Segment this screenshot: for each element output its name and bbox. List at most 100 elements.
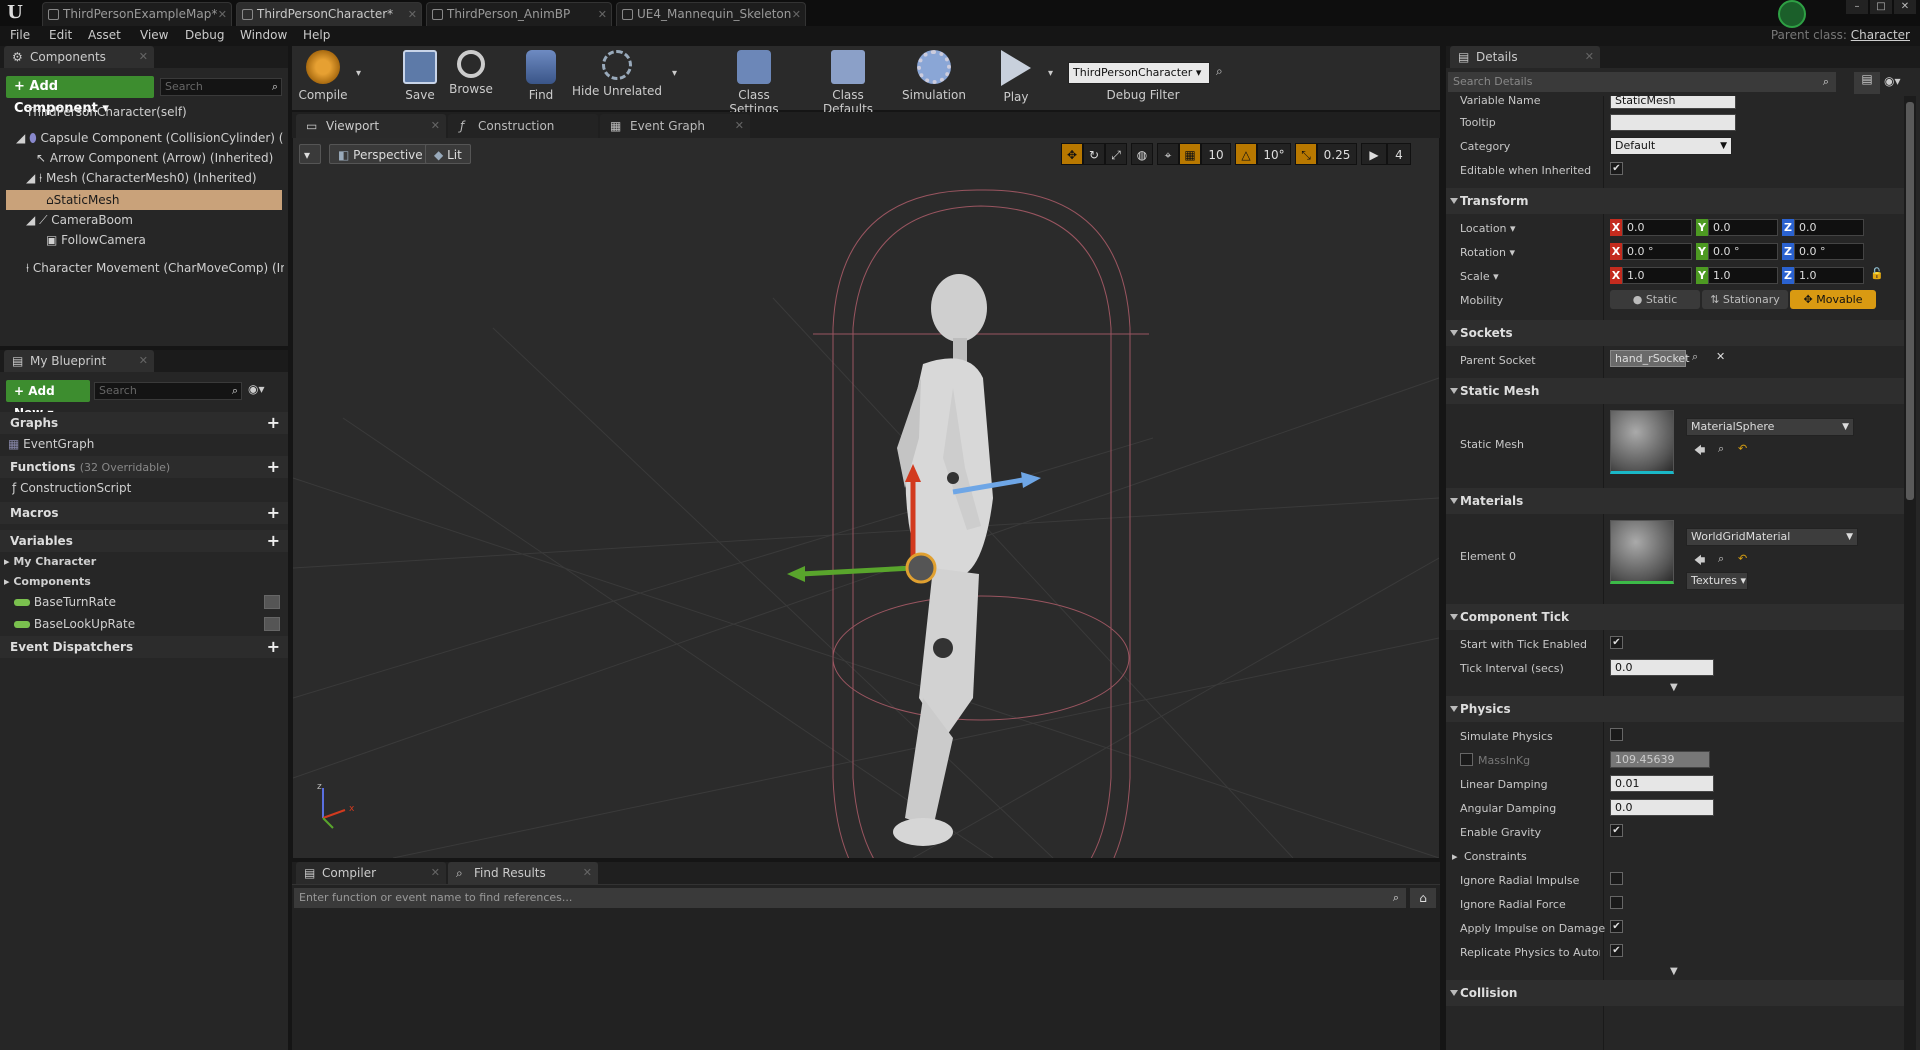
section-materials[interactable]: Materials xyxy=(1446,488,1904,514)
compile-button[interactable]: Compile xyxy=(296,50,350,102)
advanced-expand-icon[interactable]: ▼ xyxy=(1670,682,1678,693)
rotation-snap-value[interactable]: 10° xyxy=(1257,143,1291,165)
doc-tab-animbp[interactable]: ThirdPerson_AnimBP ✕ xyxy=(426,2,612,26)
my-character-category[interactable]: ▸ My Character xyxy=(4,552,274,572)
details-scrollbar-thumb[interactable] xyxy=(1906,102,1914,500)
reset-default-icon[interactable]: ↶ xyxy=(1738,552,1747,565)
close-icon[interactable]: ✕ xyxy=(735,114,744,138)
section-static-mesh[interactable]: Static Mesh xyxy=(1446,378,1904,404)
close-icon[interactable]: ✕ xyxy=(1585,46,1594,68)
source-control-icon[interactable] xyxy=(1778,0,1806,28)
lit-button[interactable]: ◆ Lit xyxy=(425,144,471,164)
expand-icon[interactable]: ▸ xyxy=(1452,850,1458,863)
section-transform[interactable]: Transform xyxy=(1446,188,1904,214)
scale-y-field[interactable]: 1.0 xyxy=(1708,267,1778,284)
compile-dropdown-icon[interactable]: ▾ xyxy=(356,68,361,79)
world-local-icon[interactable]: ◍ xyxy=(1131,143,1153,165)
add-dispatcher-icon[interactable]: + xyxy=(267,638,280,656)
my-blueprint-tab[interactable]: ▤ My Blueprint ✕ xyxy=(4,350,154,372)
tab-construction-script[interactable]: ƒConstruction Scrip xyxy=(448,114,598,157)
add-new-button[interactable]: + Add New ▾ xyxy=(6,380,90,420)
tooltip-field[interactable] xyxy=(1610,114,1736,131)
scale-z-field[interactable]: 1.0 xyxy=(1794,267,1864,284)
menu-debug[interactable]: Debug xyxy=(185,28,224,42)
tab-find-results[interactable]: ⌕ Find Results ✕ xyxy=(448,862,598,884)
visibility-toggle-icon[interactable] xyxy=(264,595,280,609)
visibility-eye-icon[interactable]: ◉▾ xyxy=(248,382,265,396)
minimize-icon[interactable]: – xyxy=(1846,0,1868,14)
tree-charmovement[interactable]: ⍿ Character Movement (CharMoveComp) (Inh… xyxy=(26,258,284,278)
close-icon[interactable]: ✕ xyxy=(583,862,592,884)
browse-asset-icon[interactable]: ⌕ xyxy=(1718,442,1724,456)
replicate-physics-checkbox[interactable]: ✔ xyxy=(1610,944,1623,957)
simulation-button[interactable]: Simulation xyxy=(896,50,972,102)
tree-arrow[interactable]: ↖ Arrow Component (Arrow) (Inherited) xyxy=(36,148,284,168)
close-icon[interactable]: ✕ xyxy=(431,862,440,884)
find-button[interactable]: Find xyxy=(518,50,564,102)
editable-inherited-checkbox[interactable]: ✔ xyxy=(1610,162,1623,175)
apply-impulse-checkbox[interactable]: ✔ xyxy=(1610,920,1623,933)
close-icon[interactable]: ✕ xyxy=(218,3,227,26)
components-category[interactable]: ▸ Components xyxy=(4,572,274,592)
save-button[interactable]: Save xyxy=(396,50,444,102)
use-selected-arrow-icon[interactable]: 🡄 xyxy=(1694,442,1705,461)
hide-unrelated-dropdown-icon[interactable]: ▾ xyxy=(672,68,677,79)
debug-search-icon[interactable]: ⌕ xyxy=(1216,64,1223,79)
add-variable-icon[interactable]: + xyxy=(267,532,280,550)
rotation-z-field[interactable]: 0.0 ° xyxy=(1794,243,1864,260)
tree-cameraboom[interactable]: ◢ ⟋ CameraBoom xyxy=(26,210,284,230)
parent-socket-field[interactable]: hand_rSocket xyxy=(1610,350,1690,367)
event-dispatchers-section[interactable]: Event Dispatchers + xyxy=(0,636,288,658)
parent-class-link[interactable]: Character xyxy=(1851,28,1910,42)
ignore-radial-force-checkbox[interactable] xyxy=(1610,896,1623,909)
grid-snap-icon[interactable]: ▦ xyxy=(1179,143,1201,165)
mobility-movable-button[interactable]: ✥ Movable xyxy=(1790,290,1876,309)
clear-socket-icon[interactable]: ✕ xyxy=(1716,350,1725,363)
static-mesh-thumbnail[interactable] xyxy=(1610,410,1674,474)
scale-snap-value[interactable]: 0.25 xyxy=(1317,143,1357,165)
tree-followcamera[interactable]: ▣ FollowCamera xyxy=(46,230,284,250)
play-button[interactable]: Play xyxy=(990,50,1042,104)
details-search-input[interactable]: Search Details ⌕ xyxy=(1448,72,1836,92)
mobility-static-button[interactable]: ● Static xyxy=(1610,290,1700,309)
var-baseturnrate[interactable]: BaseTurnRate xyxy=(14,592,280,612)
reset-default-icon[interactable]: ↶ xyxy=(1738,442,1747,455)
class-settings-button[interactable]: Class Settings xyxy=(712,50,796,116)
simulate-physics-checkbox[interactable] xyxy=(1610,728,1623,741)
row-constraints[interactable]: ▸ Constraints xyxy=(1446,844,1904,868)
visibility-toggle-icon[interactable] xyxy=(264,617,280,631)
scale-x-field[interactable]: 1.0 xyxy=(1622,267,1692,284)
class-defaults-button[interactable]: Class Defaults xyxy=(806,50,890,116)
browse-asset-icon[interactable]: ⌕ xyxy=(1718,552,1724,566)
close-icon[interactable]: ✕ xyxy=(598,3,607,26)
section-component-tick[interactable]: Component Tick xyxy=(1446,604,1904,630)
add-macro-icon[interactable]: + xyxy=(267,504,280,522)
location-x-field[interactable]: 0.0 xyxy=(1622,219,1692,236)
add-graph-icon[interactable]: + xyxy=(267,414,280,432)
mobility-stationary-button[interactable]: ⇅ Stationary xyxy=(1702,290,1788,309)
rotate-mode-icon[interactable]: ↻ xyxy=(1083,143,1105,165)
material-select[interactable]: WorldGridMaterial ▼ xyxy=(1686,528,1858,546)
add-function-icon[interactable]: + xyxy=(267,458,280,476)
variable-name-field[interactable]: StaticMesh xyxy=(1610,96,1736,109)
view-options-eye-icon[interactable]: ◉▾ xyxy=(1884,74,1901,88)
maximize-icon[interactable]: □ xyxy=(1870,0,1892,14)
event-graph-item[interactable]: ▦ EventGraph xyxy=(8,434,278,454)
components-search-input[interactable]: Search ⌕ xyxy=(160,78,282,96)
doc-tab-character[interactable]: ThirdPersonCharacter* ✕ xyxy=(236,2,422,26)
scale-mode-icon[interactable]: ⤢ xyxy=(1105,143,1127,165)
static-mesh-select[interactable]: MaterialSphere ▼ xyxy=(1686,418,1854,436)
surface-snap-icon[interactable]: ⌖ xyxy=(1157,143,1179,165)
tick-interval-field[interactable]: 0.0 xyxy=(1610,659,1714,676)
tab-viewport[interactable]: ▭ Viewport ✕ xyxy=(296,114,446,138)
menu-asset[interactable]: Asset xyxy=(88,28,121,42)
ignore-radial-impulse-checkbox[interactable] xyxy=(1610,872,1623,885)
location-y-field[interactable]: 0.0 xyxy=(1708,219,1778,236)
linear-damping-field[interactable]: 0.01 xyxy=(1610,775,1714,792)
perspective-button[interactable]: ◧ Perspective xyxy=(329,144,432,164)
close-icon[interactable]: ✕ xyxy=(408,3,417,26)
rotation-x-field[interactable]: 0.0 ° xyxy=(1622,243,1692,260)
rotation-y-field[interactable]: 0.0 ° xyxy=(1708,243,1778,260)
graphs-section[interactable]: Graphs + xyxy=(0,412,288,434)
close-window-icon[interactable]: ✕ xyxy=(1894,0,1916,14)
